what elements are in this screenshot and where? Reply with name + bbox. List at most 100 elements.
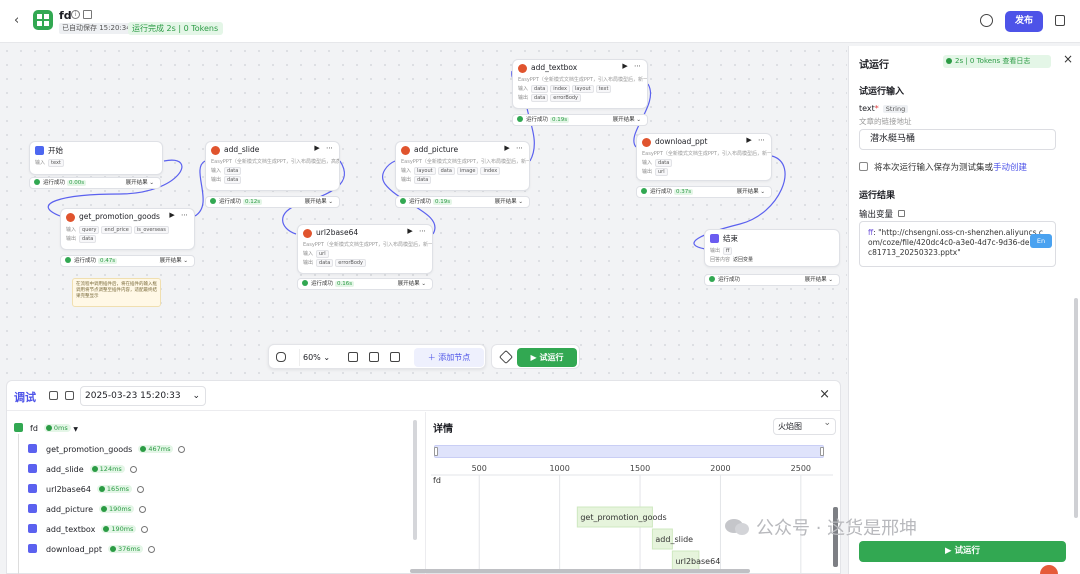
node-add-textbox[interactable]: add_textbox ▶ ⋯ EasyPPT（全新模式文档生成PPT，引入布局模… (512, 59, 648, 109)
chevron-left-icon[interactable]: ‹ (14, 13, 19, 28)
flame-range-slider[interactable] (434, 445, 824, 458)
locate-icon[interactable] (129, 466, 137, 473)
expand-results[interactable]: 展开结果 ⌄ (305, 197, 333, 207)
range-handle-left[interactable] (434, 447, 438, 456)
wechat-logo-icon (725, 519, 749, 535)
layout-icon[interactable] (369, 352, 379, 362)
manual-create-link[interactable]: 手动创建 (993, 163, 1027, 173)
close-icon[interactable]: × (1063, 52, 1073, 66)
range-handle-right[interactable] (820, 447, 824, 456)
copy-icon[interactable] (898, 210, 906, 217)
expand-results[interactable]: 展开结果 ⌄ (495, 197, 523, 207)
x-tick-label: 2500 (791, 464, 811, 473)
duration-badge: 0ms (43, 424, 71, 432)
trace-item-name: download_ppt (46, 545, 102, 554)
tree-scrollbar[interactable] (413, 420, 417, 540)
duration-badge: 190ms (101, 525, 137, 533)
node-controls[interactable]: ▶ ⋯ (746, 136, 767, 144)
publish-button[interactable]: 发布 (1005, 11, 1043, 32)
trace-item[interactable]: download_ppt 376ms (28, 544, 156, 554)
info-icon[interactable]: i (71, 10, 80, 19)
node-controls[interactable]: ▶ ⋯ (169, 211, 190, 219)
plugin-icon (211, 146, 220, 155)
trace-item[interactable]: add_picture 190ms (28, 504, 147, 514)
node-title: download_ppt (655, 137, 708, 146)
run-summary-badge[interactable]: 2s | 0 Tokens 查看日志 (943, 55, 1051, 68)
expand-results[interactable]: 展开结果 ⌄ (805, 275, 833, 285)
page-scrollbar[interactable] (410, 569, 750, 573)
workflow-canvas[interactable]: 开始 输入 text 运行成功 0.00s 展开结果 ⌄ get_promotion_… (0, 44, 847, 377)
node-title: 开始 (48, 146, 63, 155)
details-title: 详情 (433, 424, 453, 435)
edit-icon[interactable] (83, 10, 92, 19)
node-download-ppt[interactable]: download_ppt ▶ ⋯ EasyPPT（全新模式文档生成PPT，引入布局… (636, 133, 772, 181)
tree-connector (18, 434, 19, 574)
note-card[interactable]: 在流程中调用插件后，将在插件的输入框调用将节点调整至插件内容，适配最终结果完整显… (72, 278, 161, 307)
trace-item[interactable]: add_slide 124ms (28, 464, 137, 474)
node-controls[interactable]: ▶ ⋯ (622, 62, 643, 70)
node-controls[interactable]: ▶ ⋯ (407, 227, 428, 235)
checkbox-icon[interactable] (859, 162, 868, 171)
history-icon[interactable] (980, 14, 993, 27)
node-controls[interactable]: ▶ ⋯ (314, 144, 335, 152)
run-date-select[interactable]: 2025-03-23 15:20:33 ⌄ (80, 386, 206, 406)
field-hint: 文章的链接地址 (859, 117, 912, 126)
expand-results[interactable]: 展开结果 ⌄ (398, 279, 426, 289)
calendar-icon[interactable] (49, 391, 58, 400)
view-mode-value: 火焰图 (778, 422, 802, 431)
x-tick-label: 2000 (710, 464, 730, 473)
minimap-icon[interactable] (390, 352, 400, 362)
node-start[interactable]: 开始 输入 text (29, 141, 163, 175)
app-title: fd (59, 9, 72, 22)
copy-icon[interactable] (65, 391, 74, 400)
expand-results[interactable]: 展开结果 ⌄ (613, 115, 641, 125)
locate-icon[interactable] (137, 486, 145, 493)
node-controls[interactable]: ▶ ⋯ (504, 144, 525, 152)
trace-item[interactable]: add_textbox 190ms (28, 524, 149, 534)
expand-results[interactable]: 展开结果 ⌄ (160, 256, 188, 266)
node-status: 运行成功 0.37s 展开结果 ⌄ (636, 186, 772, 198)
node-add-picture[interactable]: add_picture ▶ ⋯ EasyPPT（全新模式文档生成PPT，引入布局模… (395, 141, 530, 191)
expand-results[interactable]: 展开结果 ⌄ (126, 178, 154, 188)
test-run-button[interactable]: ▶ 试运行 (517, 348, 577, 367)
node-end[interactable]: 结束 输出 ff 回答内容 返回变量 (704, 229, 840, 267)
locate-icon[interactable] (148, 546, 156, 553)
view-mode-select[interactable]: 火焰图 (773, 416, 836, 435)
result-section-title: 运行结果 (859, 191, 896, 201)
plugin-icon (28, 464, 37, 473)
comment-icon[interactable] (348, 352, 358, 362)
x-tick-label: 1500 (630, 464, 650, 473)
trace-item[interactable]: get_promotion_goods 467ms (28, 444, 186, 454)
expand-results[interactable]: 展开结果 ⌄ (737, 187, 765, 197)
copy-icon[interactable] (1055, 15, 1065, 26)
text-input[interactable]: 潜水艇马桶 (859, 129, 1056, 150)
output-value: ff: "http://chsengni.oss-cn-shenzhen.ali… (859, 221, 1056, 267)
locate-icon[interactable] (139, 506, 147, 513)
locate-icon[interactable] (178, 446, 186, 453)
panel-run-button[interactable]: ▶ 试运行 (859, 541, 1066, 562)
save-testset-checkbox[interactable]: 将本次运行输入保存为测试集或手动创建 (859, 161, 1027, 173)
canvas-run-group: ▶ 试运行 (491, 344, 580, 369)
translate-badge[interactable]: En (1030, 234, 1052, 248)
zoom-select[interactable]: 60% ⌄ (299, 349, 339, 366)
panel-title: 试运行 (859, 60, 889, 71)
node-url2base64[interactable]: url2base64 ▶ ⋯ EasyPPT（全新模式文档生成PPT，引入布局模型… (297, 224, 433, 274)
close-icon[interactable]: × (819, 387, 830, 402)
x-tick-label: 1000 (549, 464, 569, 473)
trace-item[interactable]: url2base64 165ms (28, 484, 145, 494)
brush-icon[interactable] (498, 349, 514, 365)
node-add-slide[interactable]: add_slide ▶ ⋯ EasyPPT（全新模式文档生成PPT，引入布局模型后… (205, 141, 340, 191)
add-node-button[interactable]: ＋ 添加节点 (414, 348, 484, 367)
duration-badge: 376ms (107, 545, 144, 553)
plugin-icon (28, 444, 37, 453)
workflow-app-icon (33, 10, 53, 30)
node-status: 运行成功 0.47s 展开结果 ⌄ (60, 255, 195, 267)
plugin-icon (66, 213, 75, 222)
panel-scrollbar[interactable] (1074, 298, 1078, 518)
debug-panel: 调试 2025-03-23 15:20:33 ⌄ × fd 0ms ▼ get_p… (6, 380, 841, 574)
mouse-mode-icon[interactable] (276, 352, 286, 362)
node-get-promotion-goods[interactable]: get_promotion_goods ▶ ⋯ 输入 query end_price i… (60, 208, 195, 250)
trace-root[interactable]: fd 0ms ▼ (14, 423, 78, 433)
locate-icon[interactable] (141, 526, 149, 533)
plugin-icon (28, 484, 37, 493)
